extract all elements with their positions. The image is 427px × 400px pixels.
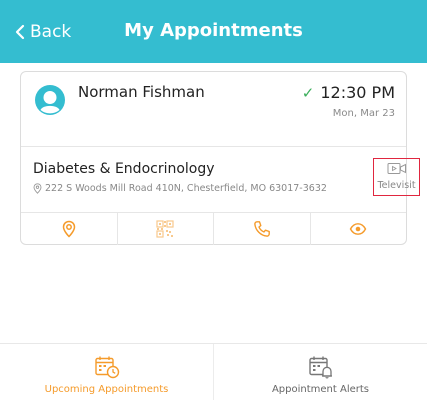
appointment-time: ✓ 12:30 PM xyxy=(302,83,395,102)
header-bar: Back My Appointments xyxy=(0,0,427,63)
time-value: 12:30 PM xyxy=(320,83,395,102)
directions-button[interactable] xyxy=(21,213,118,245)
call-button[interactable] xyxy=(214,213,311,245)
address: 222 S Woods Mill Road 410N, Chesterfield… xyxy=(33,183,327,194)
tab-label: Appointment Alerts xyxy=(271,384,370,395)
video-camera-icon xyxy=(387,163,406,174)
page-title: My Appointments xyxy=(124,20,303,41)
location-small-icon xyxy=(33,183,42,194)
qr-code-button[interactable] xyxy=(118,213,214,245)
address-text: 222 S Woods Mill Road 410N, Chesterfield… xyxy=(45,183,327,194)
department-name: Diabetes & Endocrinology xyxy=(33,161,215,177)
eye-icon xyxy=(349,223,367,235)
bottom-tab-bar: Upcoming Appointments Appointment Alerts xyxy=(0,343,427,400)
appointment-card[interactable]: Norman Fishman ✓ 12:30 PM Mon, Mar 23 Di… xyxy=(20,71,420,245)
calendar-bell-icon xyxy=(308,356,332,379)
televisit-badge[interactable]: Televisit xyxy=(373,158,420,196)
tab-upcoming-appointments[interactable]: Upcoming Appointments xyxy=(0,344,213,400)
calendar-clock-icon xyxy=(94,356,119,379)
location-pin-icon xyxy=(62,220,76,238)
action-row xyxy=(21,213,406,245)
tab-appointment-alerts[interactable]: Appointment Alerts xyxy=(213,344,427,400)
avatar-icon xyxy=(35,85,65,115)
card-divider xyxy=(21,146,406,147)
televisit-label: Televisit xyxy=(377,180,416,191)
check-icon: ✓ xyxy=(301,83,315,102)
view-button[interactable] xyxy=(311,213,407,245)
patient-name: Norman Fishman xyxy=(78,83,205,101)
tab-label: Upcoming Appointments xyxy=(44,384,169,395)
appointment-date: Mon, Mar 23 xyxy=(332,108,395,119)
qr-code-icon xyxy=(156,220,174,238)
phone-icon xyxy=(253,221,270,237)
